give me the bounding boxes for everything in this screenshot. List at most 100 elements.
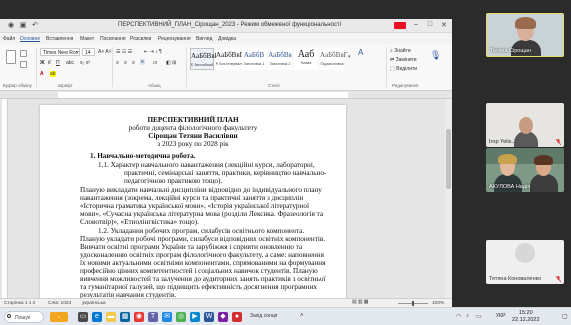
underline-button[interactable]: П [56,60,60,66]
indent-button[interactable]: ⇤ ⇥ ↕ ¶ [144,49,162,55]
person-silhouette [530,174,558,192]
notifications-icon[interactable]: ▢ [562,313,568,320]
justify-button[interactable]: ≡ [140,59,145,65]
person-face [519,117,533,134]
style-heading-2[interactable]: АаБбВв Заголовок 2 [268,48,292,70]
zoom-level[interactable]: 100% [432,301,444,306]
align-right-button[interactable]: ≡ [132,60,135,66]
person-hair [498,154,517,164]
language-indicator[interactable]: УКР [496,313,505,319]
find-button[interactable]: ⌕ Знайти [390,48,411,54]
app-icon[interactable]: ● [232,312,242,322]
styles-more-icon[interactable]: ▾ [348,54,351,60]
volume-icon[interactable]: ♪ [466,313,469,319]
paragraph-line: Планую викладати навчальні дисципліни ві… [80,186,322,194]
select-button[interactable]: ⬚ Виділити [390,66,417,72]
vertical-ruler[interactable] [2,99,8,298]
store-icon[interactable]: ▦ [120,312,130,322]
align-left-button[interactable]: ≡ [116,60,119,66]
tab-file[interactable]: Файл [3,36,15,42]
tab-home[interactable]: Основне [20,36,40,42]
shading-button[interactable]: ◧ ⊞ [166,60,176,66]
tab-mailings[interactable]: Розсилки [130,36,151,42]
item-1-2-line: 1.2. Укладання робочих програм, силабусі… [98,227,305,235]
weather-widget[interactable]: ☼ [50,312,68,322]
style-heading-1[interactable]: АаБбВ Заголовок 1 [242,48,266,70]
strikethrough-button[interactable]: abc [66,60,74,66]
cut-icon[interactable] [20,50,27,57]
minimize-icon[interactable]: – [409,21,423,28]
focus-icon[interactable]: ▤ ▥ ▦ [352,300,368,305]
subscript-button[interactable]: x₂ x² [80,60,90,66]
scrollbar-thumb[interactable] [446,129,451,189]
page-count[interactable]: Сторінка 1 з 3 [4,301,35,306]
vertical-scrollbar[interactable] [445,99,452,298]
notification-badge[interactable] [394,22,406,29]
app-icon[interactable]: ◉ [134,312,144,322]
paragraph-line: Планую укладати робочі програми, силабус… [80,235,326,243]
font-size-select[interactable]: 14 [82,48,95,56]
app-icon[interactable]: ◆ [218,312,228,322]
close-icon[interactable]: ✕ [437,21,451,29]
task-view-icon[interactable]: ▭ [78,312,88,322]
tab-review[interactable]: Рецензування [158,36,191,42]
edge-icon[interactable]: e [92,312,102,322]
participant-tile[interactable]: Тетяна Коноваленко [486,240,564,284]
font-color-button[interactable]: A [40,71,44,77]
participant-name: АКУЛОВА Надія [489,184,531,190]
group-font: Шрифт [58,83,73,88]
font-name-select[interactable]: Times New Roman [40,48,80,56]
doc-heading: ПЕРСПЕКТИВНИЙ ПЛАН [147,116,239,124]
highlight-button[interactable]: ab [50,71,56,77]
document-page[interactable]: ПЕРСПЕКТИВНИЙ ПЛАН роботи доцента філоло… [40,105,346,305]
avatar [515,243,535,263]
tab-view[interactable]: Вигляд [196,36,212,42]
tab-help[interactable]: Довідка [218,36,236,42]
chevron-up-icon[interactable]: ˄ [300,313,304,319]
style-subtitle[interactable]: АаБбВвГ Підзаголовок [320,48,348,70]
paste-icon[interactable] [6,50,16,64]
line-spacing-button[interactable]: ↕≡ [152,60,157,66]
word-app-icon[interactable]: W [204,312,214,322]
battery-icon[interactable]: ▭ [476,313,482,320]
chrome-icon[interactable]: ◎ [176,312,186,322]
microphone-icon[interactable]: 🎙 [430,50,441,61]
file-explorer-icon[interactable]: ▬ [106,312,116,322]
participant-tile[interactable]: АКУЛОВА Надія [486,148,564,192]
zoom-app-icon[interactable]: ▶ [190,312,200,322]
tab-references[interactable]: Посилання [100,36,126,42]
participant-tile[interactable]: Тетяна Сірощан [486,13,564,57]
align-center-button[interactable]: ≡ [124,60,127,66]
undo-icon[interactable]: ↶ [28,21,42,29]
weather-text[interactable]: Захід сонця [250,313,290,322]
participant-name: Тетяна Сірощан [490,48,531,54]
teams-icon[interactable]: T [148,312,158,322]
copy-icon[interactable] [20,61,27,68]
maximize-icon[interactable]: □ [423,21,437,28]
italic-button[interactable]: К [48,60,51,66]
network-icon[interactable]: ◠ [456,313,461,320]
ribbon: Буфер обміну Times New Roman 14 A˄ A˅ Ж … [0,44,452,91]
participant-tile[interactable]: Ігор Yelis... [486,103,564,147]
horizontal-ruler[interactable] [0,91,452,99]
tab-layout[interactable]: Макет [80,36,94,42]
grow-font-icon[interactable]: A˄ A˅ [98,49,112,55]
ribbon-tabs: Файл Основне Вставлення Макет Посилання … [0,33,452,44]
person-hair [515,17,536,29]
clock[interactable]: 15:20 22.12.2022 [512,310,540,324]
divider [112,47,113,87]
replace-button[interactable]: ⇄ Замінити [390,57,417,63]
bold-button[interactable]: Ж [40,60,45,66]
tab-insert[interactable]: Вставлення [46,36,73,42]
change-styles-icon[interactable]: A [358,48,363,57]
language-status[interactable]: українська [82,301,106,306]
style-normal[interactable]: АаБбВвГ ¶ Звичайний [190,48,219,70]
style-no-spacing[interactable]: АаБбВвГ ¶ Без інтервалів [216,48,244,70]
style-title[interactable]: Ааб Назва [294,48,318,70]
zoom-knob[interactable] [412,301,414,306]
mail-icon[interactable]: ✉ [162,312,172,322]
bullets-button[interactable]: ☰ ☷ ☰ [116,49,132,55]
word-count[interactable]: Слів: 1024 [48,301,71,306]
group-editing: Редагування [392,83,419,88]
divider [36,47,37,87]
